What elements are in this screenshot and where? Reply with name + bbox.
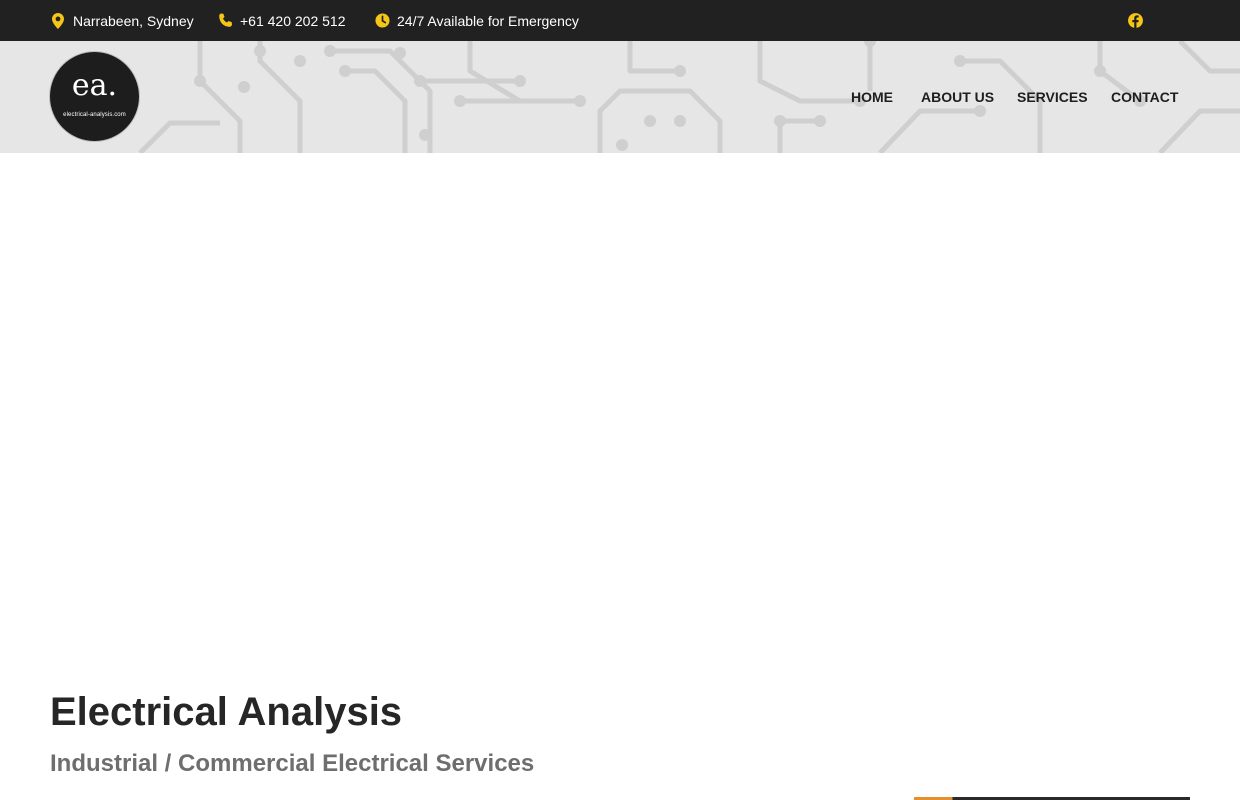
phone-info[interactable]: +61 420 202 512	[217, 0, 346, 41]
phone-text[interactable]: +61 420 202 512	[240, 13, 346, 29]
logo-url: electrical-analysis.com	[63, 112, 126, 118]
location-text: Narrabeen, Sydney	[73, 12, 194, 29]
facebook-icon	[1128, 13, 1143, 28]
hero-title: Electrical Analysis	[50, 690, 403, 734]
hours-text: 24/7 Available for Emergency	[397, 12, 579, 29]
map-pin-icon	[50, 12, 66, 29]
hours-info: 24/7 Available for Emergency	[374, 0, 579, 41]
nav-contact[interactable]: CONTACT	[1111, 89, 1178, 105]
logo-mark: ea.	[71, 68, 118, 103]
nav-about-us[interactable]: ABOUT US	[921, 89, 994, 105]
clock-icon	[374, 13, 390, 29]
location-info: Narrabeen, Sydney	[50, 0, 194, 41]
phone-icon	[217, 13, 233, 29]
top-info-bar: Narrabeen, Sydney +61 420 202 512 24/7 A…	[0, 0, 1240, 41]
main-header: ea. electrical-analysis.com HOME ABOUT U…	[0, 41, 1240, 153]
nav-services[interactable]: SERVICES	[1017, 89, 1088, 105]
hero-subtitle: Industrial / Commercial Electrical Servi…	[50, 750, 535, 777]
facebook-link[interactable]	[1127, 12, 1144, 29]
nav-home[interactable]: HOME	[851, 89, 893, 105]
site-logo[interactable]: ea. electrical-analysis.com	[50, 52, 139, 141]
